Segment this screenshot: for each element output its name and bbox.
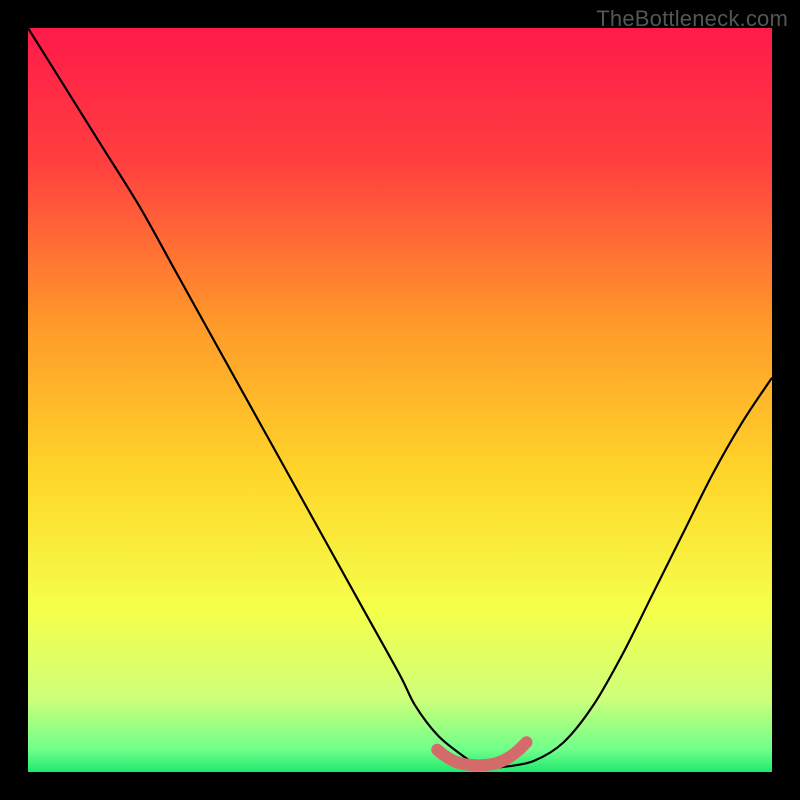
- plot-area: [28, 28, 772, 772]
- bottleneck-chart: [28, 28, 772, 772]
- chart-frame: TheBottleneck.com: [0, 0, 800, 800]
- gradient-background: [28, 28, 772, 772]
